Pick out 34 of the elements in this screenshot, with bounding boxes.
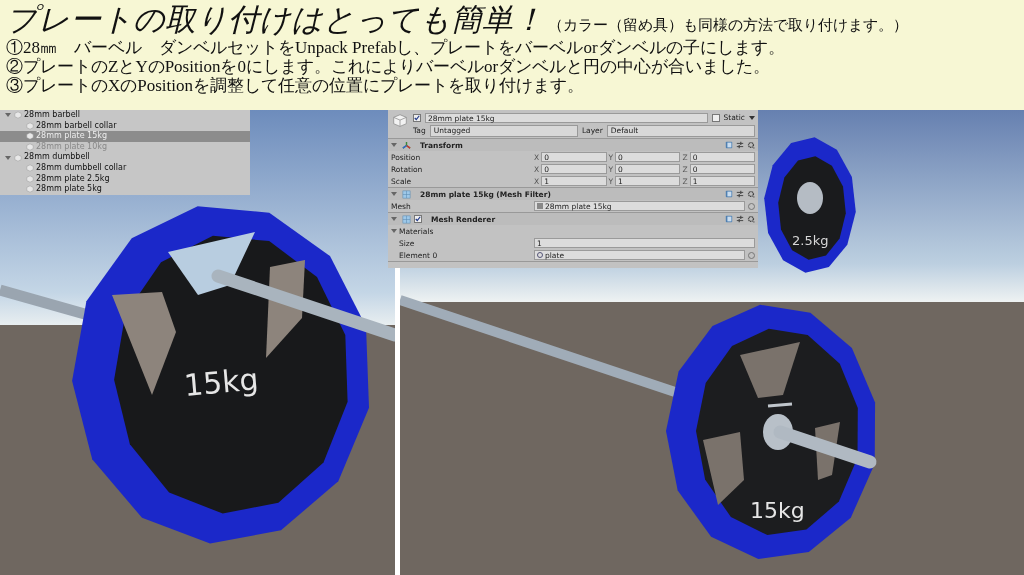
grid-icon: [402, 214, 411, 224]
active-checkbox[interactable]: [413, 113, 421, 122]
gear-icon[interactable]: [747, 141, 755, 149]
grid-icon: [402, 189, 411, 199]
plate-label: 15kg: [182, 361, 260, 403]
hierarchy-item[interactable]: 28mm dumbbell collar: [0, 162, 250, 174]
plate-label: 2.5kg: [792, 233, 829, 248]
hierarchy-item[interactable]: 28mm barbell collar: [0, 120, 250, 132]
book-icon[interactable]: [725, 141, 733, 149]
sliders-icon[interactable]: [736, 215, 744, 223]
static-checkbox[interactable]: [711, 113, 720, 122]
cube-icon: [391, 112, 409, 130]
foldout-arrow-icon[interactable]: [391, 192, 397, 196]
instruction-step: ②プレートのZとYのPositionを0にします。これによりバーベルorダンベルと円の中心が合いました。: [6, 57, 1018, 76]
dropdown-arrow-icon[interactable]: [749, 115, 755, 120]
title-note: （カラー（留め具）も同様の方法で取り付けます。）: [548, 16, 908, 35]
hierarchy-item[interactable]: 28mm plate 5kg: [0, 184, 250, 195]
sliders-icon[interactable]: [736, 190, 744, 198]
instruction-step: ①28㎜ バーベル ダンベルセットをUnpack Prefabし、プレートをバーベルorダンベルの子にします。: [6, 38, 1018, 57]
foldout-arrow-icon[interactable]: [391, 217, 397, 221]
gear-icon[interactable]: [747, 215, 755, 223]
foldout-arrow-icon[interactable]: [391, 143, 397, 147]
book-icon[interactable]: [725, 215, 733, 223]
sliders-icon[interactable]: [736, 141, 744, 149]
hierarchy-item[interactable]: 28mm barbell: [0, 110, 250, 121]
axes-icon: [402, 140, 411, 150]
instruction-step: ③プレートのXのPositionを調整して任意の位置にプレートを取り付けます。: [6, 76, 1018, 95]
slide-title: プレートの取り付けはとっても簡単！: [6, 2, 544, 38]
plate-label: 15kg: [750, 498, 805, 523]
book-icon[interactable]: [725, 190, 733, 198]
hierarchy-item[interactable]: 28mm plate 2.5kg: [0, 173, 250, 185]
hierarchy-item[interactable]: 28mm dumbbell: [0, 152, 250, 163]
gear-icon[interactable]: [747, 190, 755, 198]
enabled-checkbox[interactable]: [414, 215, 422, 223]
